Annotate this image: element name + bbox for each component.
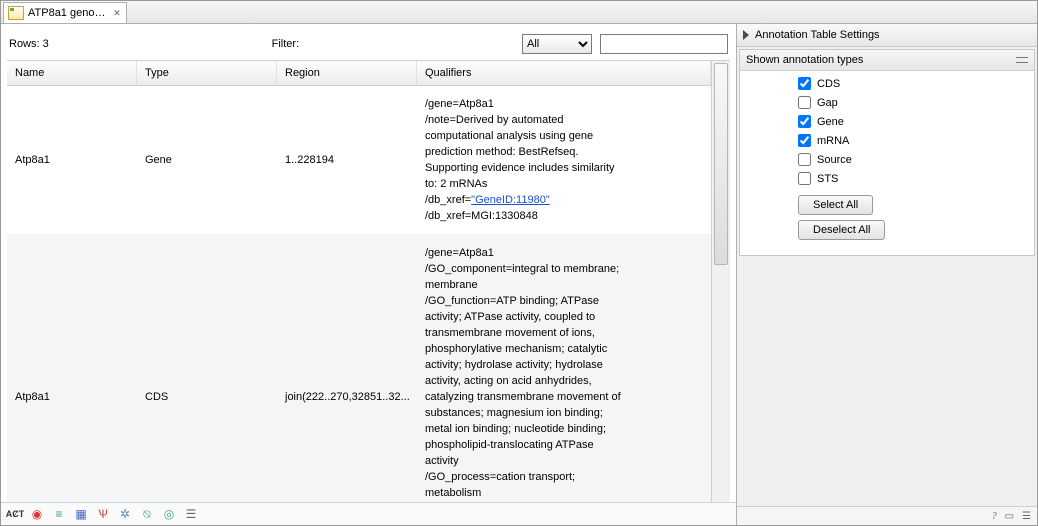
- expand-icon: [743, 30, 749, 40]
- map-icon[interactable]: ⍉: [139, 506, 155, 522]
- side-panel-header[interactable]: Annotation Table Settings: [737, 24, 1037, 47]
- text-icon[interactable]: ☰: [183, 506, 199, 522]
- type-checkbox-source[interactable]: Source: [798, 153, 1026, 166]
- filter-input[interactable]: [600, 34, 728, 54]
- structure-icon[interactable]: ✲: [117, 506, 133, 522]
- table-header: Name Type Region Qualifiers: [7, 61, 711, 86]
- filter-bar: Rows: 3 Filter: All: [1, 24, 736, 60]
- table-body: Atp8a1 Gene 1..228194 /gene=Atp8a1 /note…: [7, 86, 711, 502]
- checkbox[interactable]: [798, 77, 811, 90]
- checkbox[interactable]: [798, 115, 811, 128]
- col-header-type[interactable]: Type: [137, 61, 277, 85]
- type-checkbox-gene[interactable]: Gene: [798, 115, 1026, 128]
- select-all-button[interactable]: Select All: [798, 195, 873, 215]
- table-row[interactable]: Atp8a1 CDS join(222..270,32851..32... /g…: [7, 235, 711, 502]
- cell-name: Atp8a1: [7, 146, 137, 174]
- cell-type: Gene: [137, 146, 277, 174]
- type-checkbox-cds[interactable]: CDS: [798, 77, 1026, 90]
- restriction-icon[interactable]: Ѱ: [95, 506, 111, 522]
- layout-icon[interactable]: ▭: [1005, 511, 1014, 522]
- app-root: ATP8a1 genomi... Rows: 3 Filter: All Nam…: [0, 0, 1038, 526]
- view-toolbar: AȻT ◉ ≡ ▦ Ѱ ✲ ⍉ ◎ ☰: [1, 502, 736, 525]
- vertical-scrollbar[interactable]: [711, 61, 730, 502]
- row-count-label: Rows: 3: [9, 38, 49, 50]
- section-title: Shown annotation types: [746, 54, 863, 66]
- deselect-all-button[interactable]: Deselect All: [798, 220, 885, 240]
- sequence-icon[interactable]: ≡: [51, 506, 67, 522]
- close-icon[interactable]: [112, 8, 122, 18]
- col-header-qualifiers[interactable]: Qualifiers: [417, 61, 711, 85]
- menu-icon[interactable]: ☰: [1022, 511, 1031, 522]
- table-row[interactable]: Atp8a1 Gene 1..228194 /gene=Atp8a1 /note…: [7, 86, 711, 235]
- checkbox[interactable]: [798, 134, 811, 147]
- annotation-table: Name Type Region Qualifiers Atp8a1 Gene …: [7, 61, 711, 502]
- type-checkbox-gap[interactable]: Gap: [798, 96, 1026, 109]
- circular-icon[interactable]: ◎: [161, 506, 177, 522]
- filter-label: Filter:: [272, 38, 300, 50]
- cell-region: join(222..270,32851..32...: [277, 383, 417, 411]
- type-checkbox-mrna[interactable]: mRNA: [798, 134, 1026, 147]
- sequence-file-icon: [8, 6, 24, 20]
- cell-region: 1..228194: [277, 146, 417, 174]
- cell-type: CDS: [137, 383, 277, 411]
- col-header-region[interactable]: Region: [277, 61, 417, 85]
- section-header[interactable]: Shown annotation types: [740, 50, 1034, 71]
- type-checkbox-sts[interactable]: STS: [798, 172, 1026, 185]
- left-pane: Rows: 3 Filter: All Name Type Region Qua…: [1, 24, 737, 525]
- help-icon[interactable]: ?: [992, 511, 997, 522]
- filter-scope-select[interactable]: All: [522, 34, 592, 54]
- checkbox[interactable]: [798, 153, 811, 166]
- scrollbar-thumb[interactable]: [714, 63, 728, 265]
- table-icon[interactable]: ▦: [73, 506, 89, 522]
- section-body: CDS Gap Gene mRNA Source STS Select All …: [740, 71, 1034, 255]
- checkbox[interactable]: [798, 172, 811, 185]
- main-body: Rows: 3 Filter: All Name Type Region Qua…: [1, 24, 1037, 525]
- cell-name: Atp8a1: [7, 383, 137, 411]
- document-tab[interactable]: ATP8a1 genomi...: [3, 2, 127, 23]
- act-icon[interactable]: AȻT: [7, 506, 23, 522]
- document-tabbar: ATP8a1 genomi...: [1, 1, 1037, 24]
- cell-qualifiers: /gene=Atp8a1 /GO_component=integral to m…: [417, 235, 711, 502]
- side-panel: Annotation Table Settings Shown annotati…: [737, 24, 1037, 525]
- side-panel-title: Annotation Table Settings: [755, 29, 880, 41]
- side-panel-fill: [737, 258, 1037, 506]
- side-panel-status: ? ▭ ☰: [737, 506, 1037, 525]
- annotation-types-section: Shown annotation types CDS Gap Gene mRNA…: [739, 49, 1035, 256]
- checkbox[interactable]: [798, 96, 811, 109]
- cell-qualifiers: /gene=Atp8a1 /note=Derived by automated …: [417, 86, 711, 234]
- document-tab-label: ATP8a1 genomi...: [28, 7, 108, 19]
- collapse-icon[interactable]: [1016, 57, 1028, 63]
- col-header-name[interactable]: Name: [7, 61, 137, 85]
- annotation-table-wrap: Name Type Region Qualifiers Atp8a1 Gene …: [7, 60, 730, 502]
- record-icon[interactable]: ◉: [29, 506, 45, 522]
- db-xref-link[interactable]: "GeneID:11980": [471, 194, 550, 206]
